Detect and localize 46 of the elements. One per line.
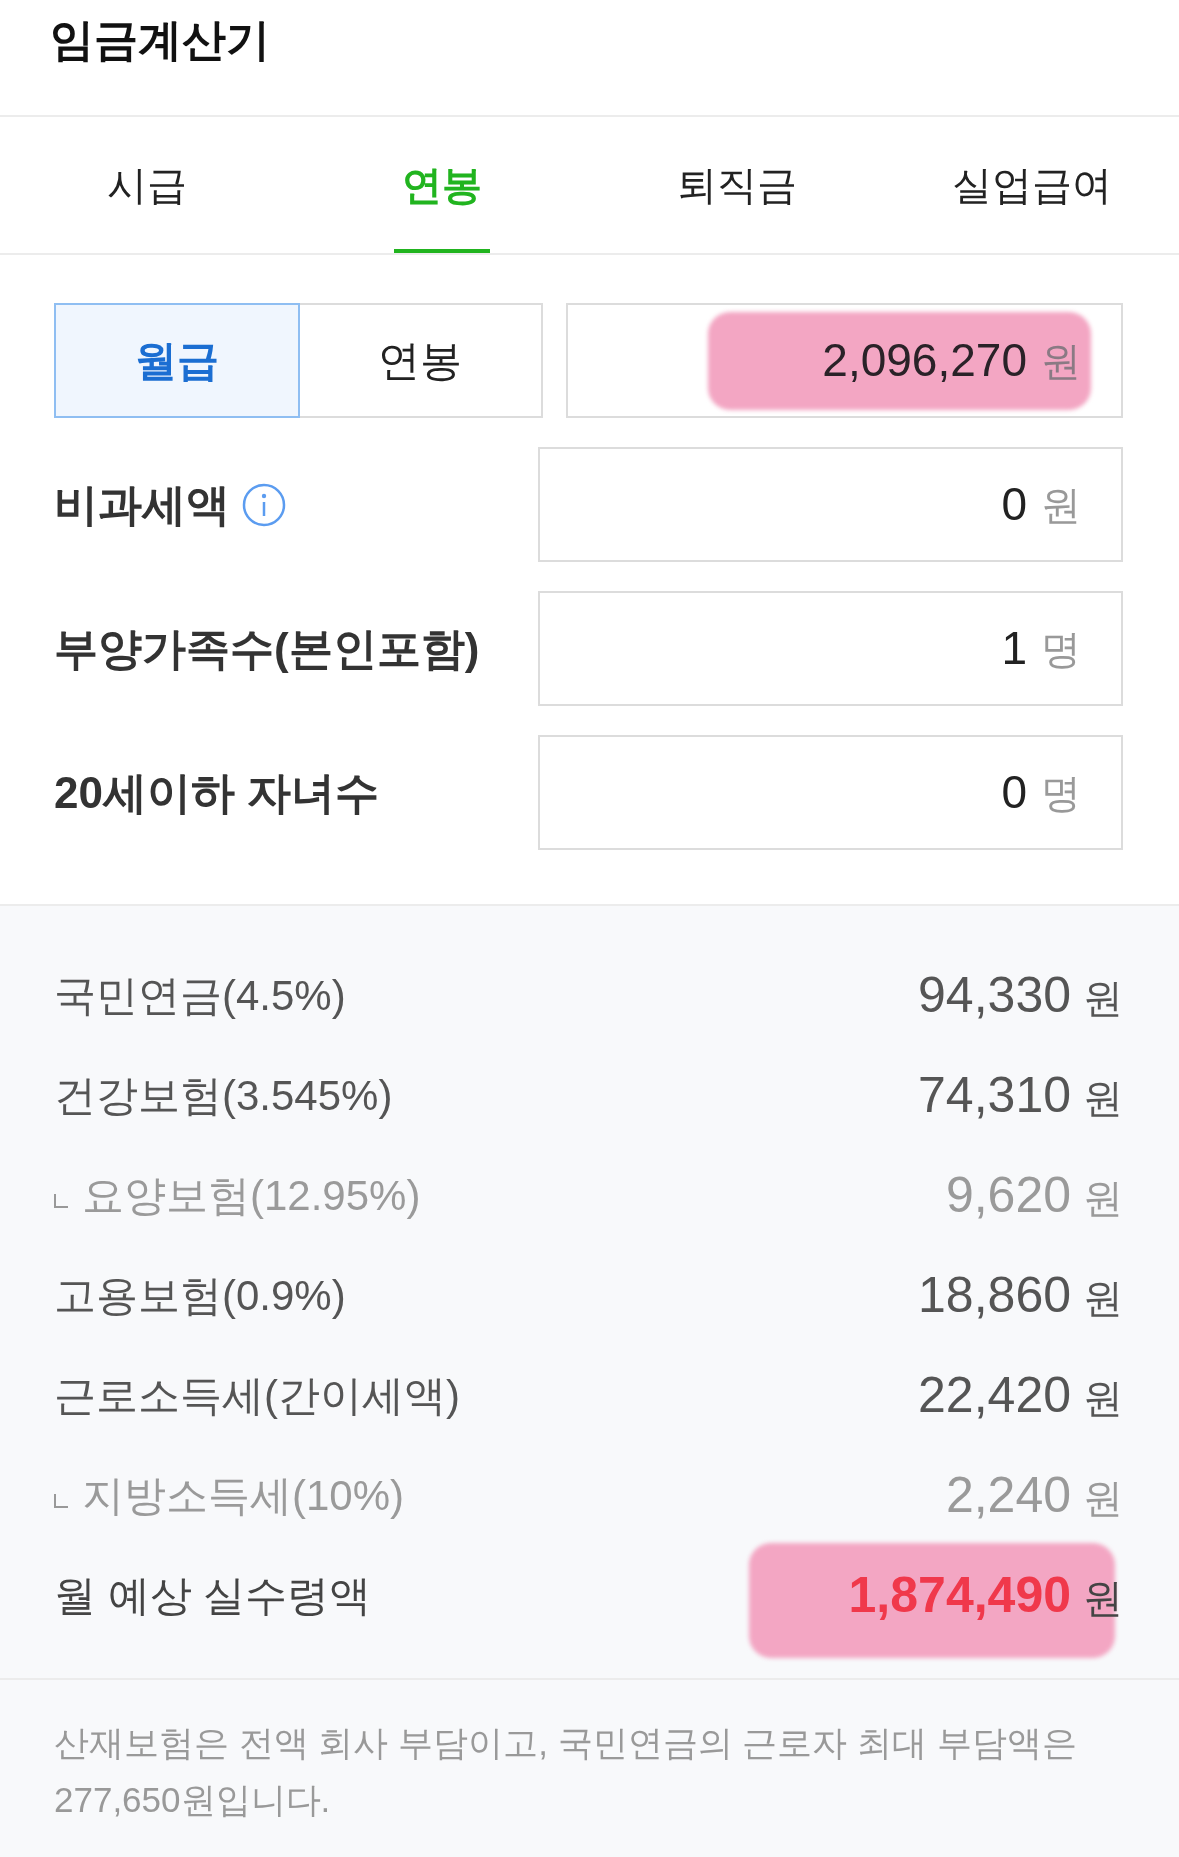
deduction-label: 근로소득세(간이세액) <box>54 1370 460 1421</box>
deduction-amount: 22,420 <box>918 1365 1071 1425</box>
deduction-amount: 74,310 <box>918 1065 1071 1125</box>
tab[interactable]: 퇴직금 <box>589 117 885 253</box>
net-pay-amount: 1,874,490 <box>848 1565 1071 1625</box>
unit-label: 원 <box>1083 1374 1123 1422</box>
unit-label: 원 <box>1083 1074 1123 1122</box>
indent-corner-icon <box>54 1494 68 1508</box>
deduction-amount: 2,240 <box>945 1465 1071 1525</box>
unit-label: 명 <box>1041 625 1081 673</box>
number-input[interactable]: 1 명 <box>538 591 1123 706</box>
number-input[interactable]: 0 명 <box>538 735 1123 850</box>
field-label: 부양가족수(본인포함) <box>54 622 480 675</box>
input-value: 1 <box>1001 621 1027 676</box>
deduction-amount: 9,620 <box>945 1165 1071 1225</box>
footnote-text: 산재보험은 전액 회사 부담이고, 국민연금의 근로자 최대 부담액은 277,650원입니다. <box>54 1722 1078 1821</box>
deduction-amount: 94,330 <box>918 965 1071 1025</box>
pay-type-toggle[interactable]: 연봉 <box>297 303 543 418</box>
field-label: 비과세액 <box>54 478 230 531</box>
unit-label: 원 <box>1083 1274 1123 1322</box>
page-title: 임금계산기 <box>50 14 270 66</box>
pay-type-toggle[interactable]: 월급 <box>54 303 300 418</box>
deduction-label: 건강보험(3.545%) <box>54 1070 393 1121</box>
number-input[interactable]: 0 원 <box>538 447 1123 562</box>
deduction-amount: 18,860 <box>918 1265 1071 1325</box>
indent-corner-icon <box>54 1194 68 1208</box>
unit-label: 원 <box>1083 1574 1123 1622</box>
deduction-label: 고용보험(0.9%) <box>54 1270 346 1321</box>
input-value: 0 <box>1001 477 1027 532</box>
unit-label: 원 <box>1041 337 1081 385</box>
info-icon[interactable] <box>242 482 286 527</box>
tab[interactable]: 실업급여 <box>884 117 1179 253</box>
salary-input[interactable]: 2,096,270 원 <box>566 303 1123 418</box>
input-value: 0 <box>1001 765 1027 820</box>
field-label: 20세이하 자녀수 <box>54 766 380 819</box>
tab[interactable]: 시급 <box>0 117 295 253</box>
net-pay-label: 월 예상 실수령액 <box>54 1570 372 1621</box>
unit-label: 원 <box>1083 974 1123 1022</box>
unit-label: 명 <box>1041 769 1081 817</box>
deduction-label: 국민연금(4.5%) <box>54 970 346 1021</box>
unit-label: 원 <box>1083 1474 1123 1522</box>
deduction-label: 지방소득세(10%) <box>82 1470 405 1521</box>
amount-value: 2,096,270 <box>822 333 1027 388</box>
unit-label: 원 <box>1041 481 1081 529</box>
deduction-label: 요양보험(12.95%) <box>82 1170 421 1221</box>
unit-label: 원 <box>1083 1174 1123 1222</box>
